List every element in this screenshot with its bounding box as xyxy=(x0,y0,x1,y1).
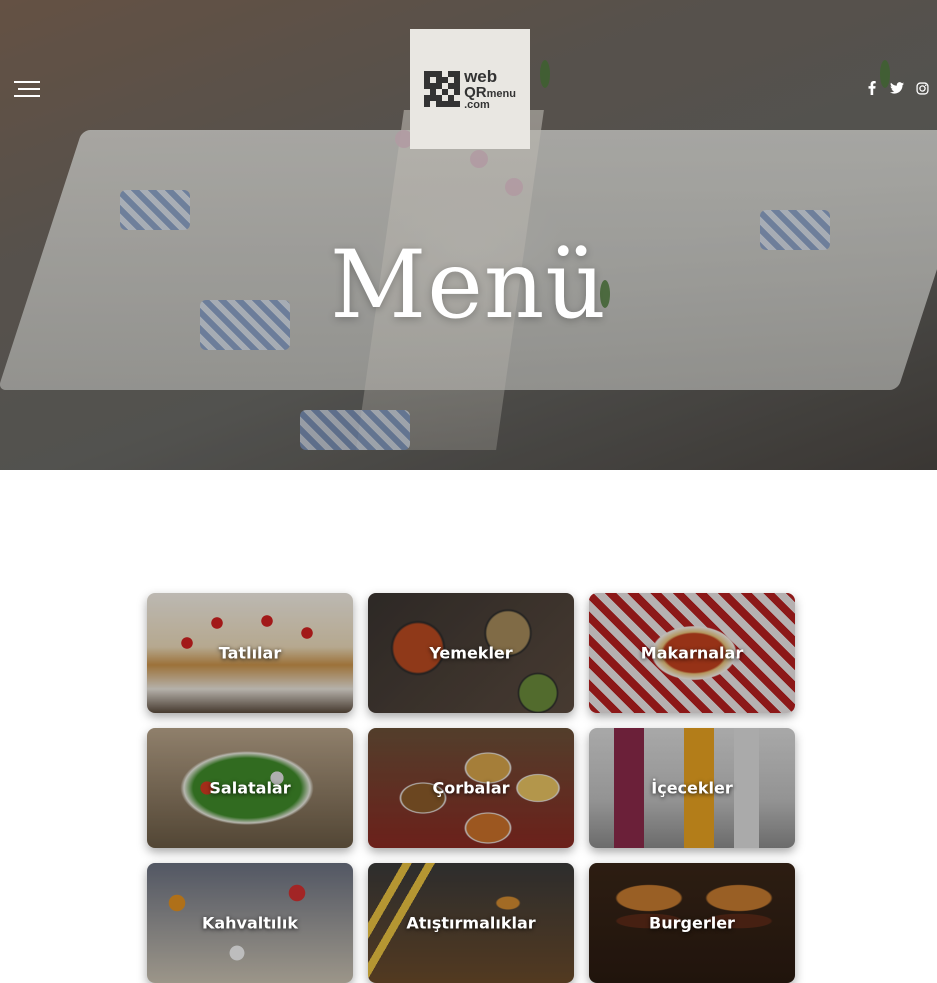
category-label: Yemekler xyxy=(429,643,513,663)
category-card-kahvaltilik[interactable]: Kahvaltılık xyxy=(147,863,353,983)
category-card-corbalar[interactable]: Çorbalar xyxy=(368,728,574,848)
category-card-tatlilar[interactable]: Tatlılar xyxy=(147,593,353,713)
category-label: Çorbalar xyxy=(432,778,510,798)
category-card-makarnalar[interactable]: Makarnalar xyxy=(589,593,795,713)
category-label: Burgerler xyxy=(649,913,735,933)
page-title: Menü xyxy=(330,230,607,340)
category-label: Tatlılar xyxy=(218,643,282,663)
social-links xyxy=(865,80,929,96)
logo-text-com: .com xyxy=(464,98,490,111)
logo-text-qrmenu: QRmenu xyxy=(464,83,516,101)
hero-banner: web QRmenu .com Menü xyxy=(0,0,937,470)
twitter-icon[interactable] xyxy=(890,80,904,96)
category-label: Kahvaltılık xyxy=(201,913,299,933)
category-card-burgerler[interactable]: Burgerler xyxy=(589,863,795,983)
qr-code-icon xyxy=(424,71,461,107)
category-label: Atıştırmalıklar xyxy=(406,913,536,933)
category-card-yemekler[interactable]: Yemekler xyxy=(368,593,574,713)
facebook-icon[interactable] xyxy=(865,80,879,96)
site-logo[interactable]: web QRmenu .com xyxy=(410,29,530,149)
category-grid: Tatlılar Yemekler Makarnalar Salatalar Ç… xyxy=(147,593,795,983)
logo-wordmark: web QRmenu .com xyxy=(464,68,516,111)
hamburger-icon[interactable] xyxy=(14,81,40,97)
logo-text-web: web xyxy=(464,66,498,86)
category-card-icecekler[interactable]: İçecekler xyxy=(589,728,795,848)
category-card-atistirmaliklar[interactable]: Atıştırmalıklar xyxy=(368,863,574,983)
instagram-icon[interactable] xyxy=(915,80,929,96)
category-card-salatalar[interactable]: Salatalar xyxy=(147,728,353,848)
category-label: İçecekler xyxy=(651,778,733,798)
category-label: Makarnalar xyxy=(640,643,744,663)
category-label: Salatalar xyxy=(209,778,291,798)
